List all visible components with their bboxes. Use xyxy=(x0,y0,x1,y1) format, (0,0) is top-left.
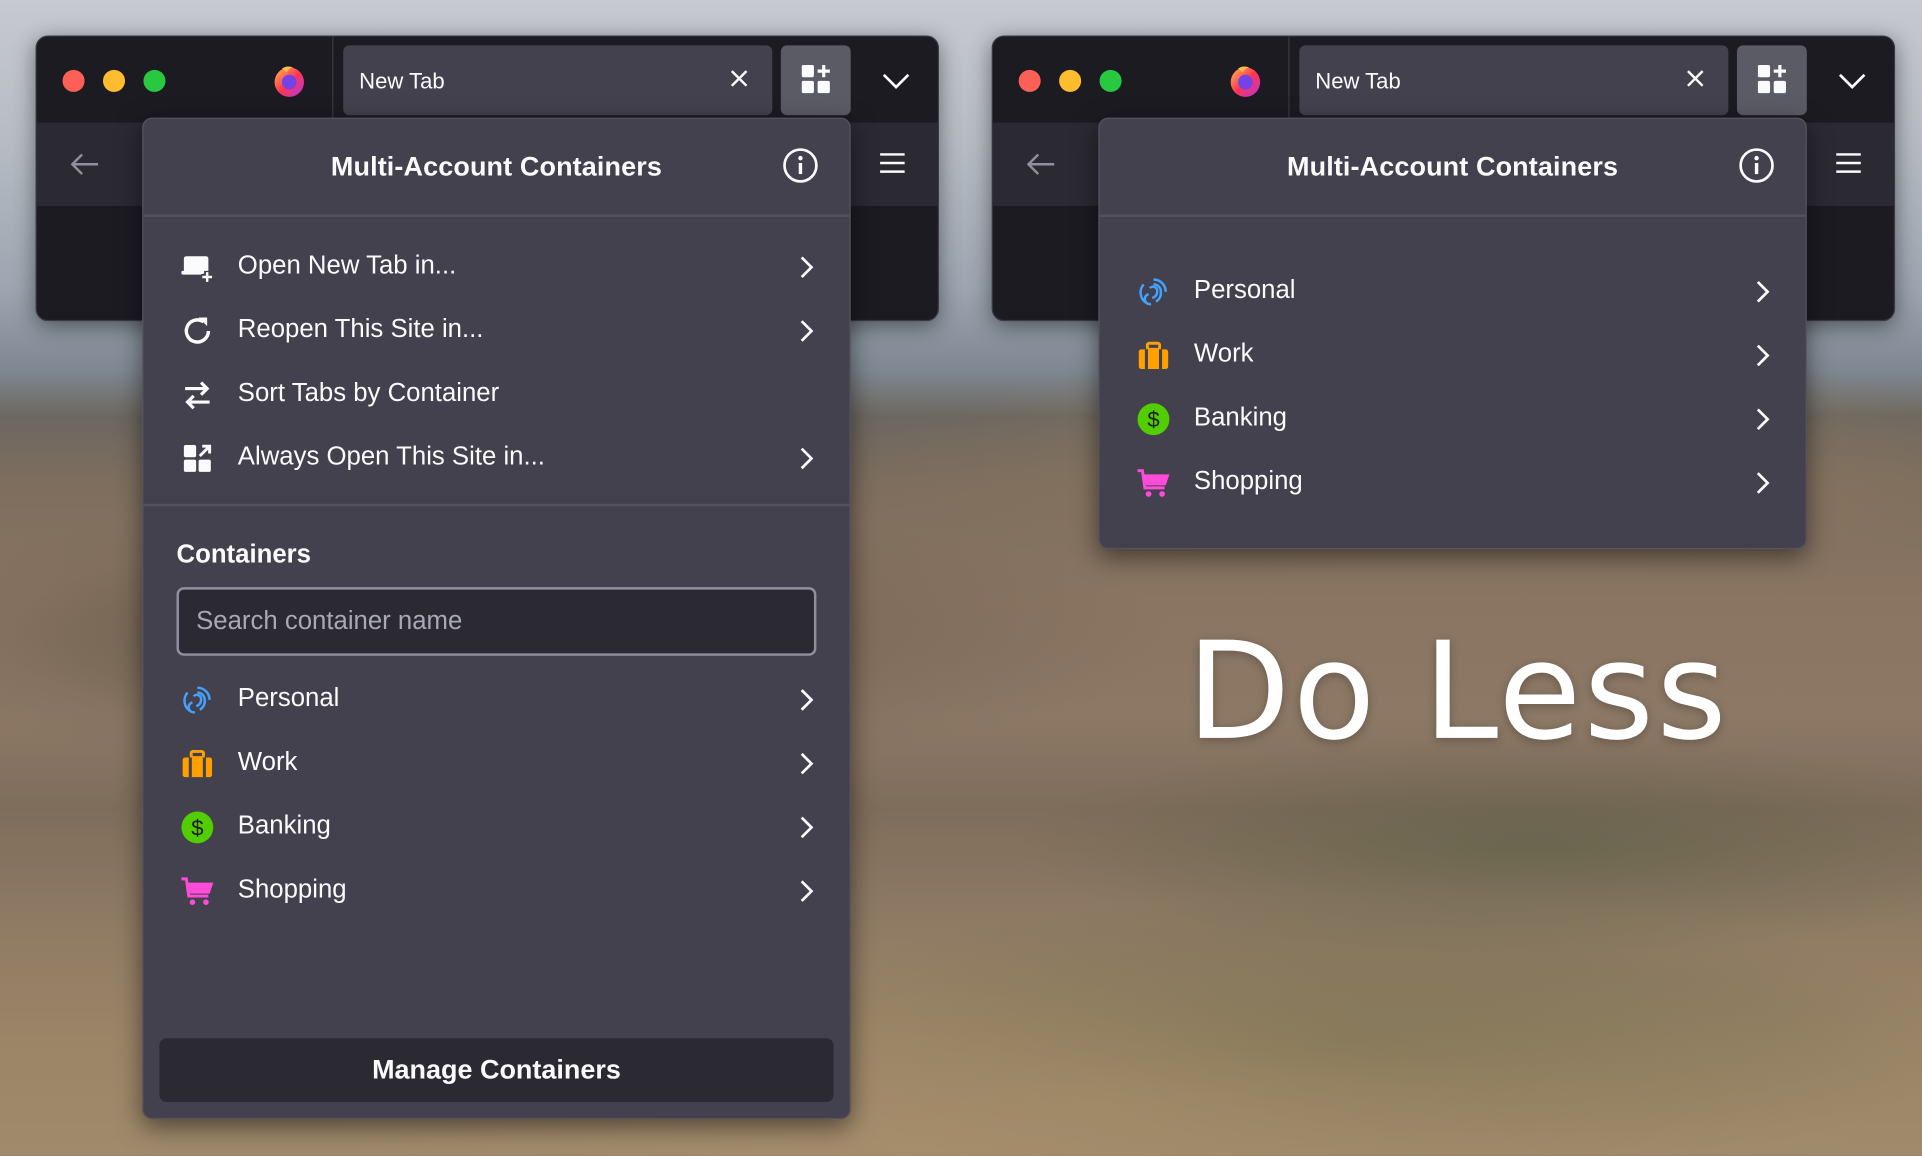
menu-item-label: Open New Tab in... xyxy=(237,251,457,280)
zoom-window-button[interactable] xyxy=(143,69,166,92)
chevron-right-icon xyxy=(800,752,814,775)
containers-panel-full: Multi-Account Containers Open New Tab in… xyxy=(142,117,851,1120)
search-container-input[interactable] xyxy=(176,587,817,656)
svg-text:$: $ xyxy=(1147,407,1159,432)
chevron-right-icon xyxy=(800,880,814,902)
container-item-personal[interactable]: Personal xyxy=(1100,259,1806,323)
tab-separator xyxy=(332,36,334,123)
panel-header: Multi-Account Containers xyxy=(143,119,850,217)
tab-title: New Tab xyxy=(1315,68,1401,94)
containers-panel-compact: Multi-Account Containers Personal Work $… xyxy=(1098,117,1807,550)
back-arrow-icon[interactable] xyxy=(1025,151,1057,178)
panel-header: Multi-Account Containers xyxy=(1099,119,1806,217)
svg-text:$: $ xyxy=(191,815,203,840)
chevron-right-icon xyxy=(1756,280,1770,303)
briefcase-icon xyxy=(1138,341,1169,369)
minimize-window-button[interactable] xyxy=(1059,69,1082,92)
chevron-right-icon xyxy=(800,689,814,711)
container-label: Shopping xyxy=(1193,467,1303,496)
container-label: Personal xyxy=(237,683,340,713)
open-new-tab-in-item[interactable]: Open New Tab in... xyxy=(143,234,849,298)
info-icon[interactable] xyxy=(781,146,820,185)
sort-tabs-by-container-item[interactable]: Sort Tabs by Container xyxy=(143,362,849,426)
menu-item-label: Reopen This Site in... xyxy=(237,315,484,344)
dollar-icon: $ xyxy=(181,811,214,844)
titlebar: New Tab xyxy=(36,36,938,123)
tab-title: New Tab xyxy=(359,68,445,94)
back-arrow-icon[interactable] xyxy=(69,151,101,178)
firefox-logo-icon xyxy=(1230,66,1261,97)
fingerprint-icon xyxy=(183,686,211,714)
chevron-right-icon xyxy=(800,256,814,278)
minimize-window-button[interactable] xyxy=(102,69,126,92)
panel-title: Multi-Account Containers xyxy=(1287,150,1619,182)
container-label: Work xyxy=(1193,339,1254,368)
zoom-window-button[interactable] xyxy=(1099,69,1122,92)
container-grid-icon xyxy=(801,64,830,94)
container-label: Work xyxy=(237,747,298,776)
tab-new-tab[interactable]: New Tab xyxy=(343,45,773,116)
menu-item-label: Sort Tabs by Container xyxy=(237,378,500,407)
container-item-banking[interactable]: $ Banking xyxy=(1100,386,1806,450)
containers-toolbar-button[interactable] xyxy=(780,45,851,116)
reload-icon xyxy=(184,317,211,344)
chevron-right-icon xyxy=(800,816,814,839)
close-icon[interactable] xyxy=(726,65,753,92)
chevron-right-icon xyxy=(1756,408,1770,430)
close-icon[interactable] xyxy=(1682,65,1709,92)
container-item-work[interactable]: Work xyxy=(143,731,849,795)
new-tab-icon xyxy=(181,256,214,284)
container-item-personal[interactable]: Personal xyxy=(143,667,849,731)
firefox-logo-icon xyxy=(274,66,304,97)
reopen-site-in-item[interactable]: Reopen This Site in... xyxy=(143,298,849,362)
container-grid-icon xyxy=(183,444,212,472)
panel-title: Multi-Account Containers xyxy=(330,150,662,182)
chevron-down-icon[interactable] xyxy=(879,66,913,95)
menu-item-label: Always Open This Site in... xyxy=(237,442,545,471)
container-item-work[interactable]: Work xyxy=(1100,322,1806,386)
chevron-right-icon xyxy=(1756,472,1770,494)
manage-containers-button[interactable]: Manage Containers xyxy=(159,1038,834,1102)
container-item-shopping[interactable]: Shopping xyxy=(1100,450,1806,514)
always-open-site-in-item[interactable]: Always Open This Site in... xyxy=(143,425,849,489)
wallpaper-text: Do Less xyxy=(1186,612,1730,770)
hamburger-menu-icon[interactable] xyxy=(1835,152,1862,174)
container-label: Personal xyxy=(1193,275,1296,304)
titlebar: New Tab xyxy=(992,36,1894,123)
cart-icon xyxy=(1137,469,1170,497)
containers-heading: Containers xyxy=(176,540,311,569)
containers-toolbar-button[interactable] xyxy=(1736,45,1807,116)
close-window-button[interactable] xyxy=(62,69,85,92)
container-item-banking[interactable]: $ Banking xyxy=(143,794,849,858)
chevron-down-icon[interactable] xyxy=(1835,66,1869,95)
info-icon[interactable] xyxy=(1737,146,1776,185)
hamburger-menu-icon[interactable] xyxy=(879,152,906,174)
container-item-shopping[interactable]: Shopping xyxy=(143,858,849,922)
dollar-icon: $ xyxy=(1137,403,1170,436)
tab-separator xyxy=(1288,36,1290,123)
chevron-right-icon xyxy=(800,447,814,470)
container-grid-icon xyxy=(1757,64,1786,94)
close-window-button[interactable] xyxy=(1018,69,1041,92)
cart-icon xyxy=(181,877,214,906)
chevron-right-icon xyxy=(800,320,814,342)
container-label: Banking xyxy=(237,811,331,840)
sort-icon xyxy=(185,381,210,410)
tab-new-tab[interactable]: New Tab xyxy=(1299,45,1729,116)
briefcase-icon xyxy=(182,749,213,778)
container-label: Shopping xyxy=(237,875,347,904)
section-divider xyxy=(143,503,850,507)
container-label: Banking xyxy=(1193,403,1287,432)
chevron-right-icon xyxy=(1756,344,1770,367)
fingerprint-icon xyxy=(1139,278,1167,306)
